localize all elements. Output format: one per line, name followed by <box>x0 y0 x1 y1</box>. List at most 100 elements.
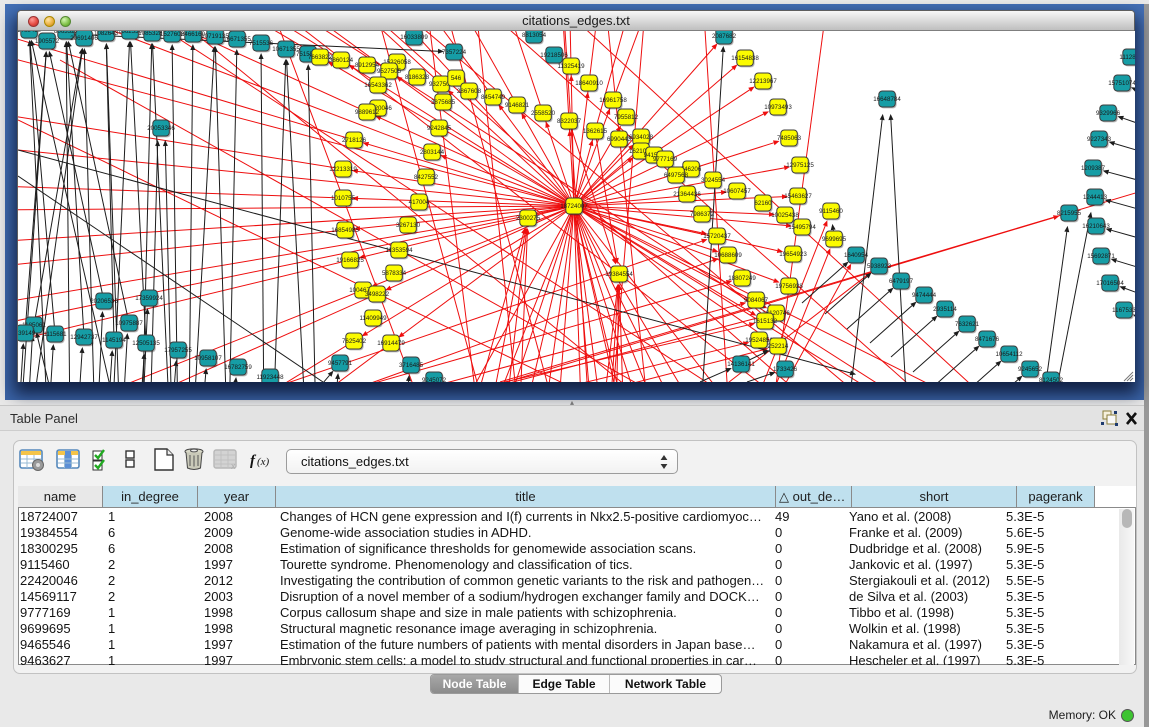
svg-text:9457791: 9457791 <box>328 360 353 367</box>
svg-text:417004: 417004 <box>409 199 430 206</box>
svg-text:1640954: 1640954 <box>844 252 869 259</box>
svg-text:10025438: 10025438 <box>771 212 799 219</box>
svg-text:16154838: 16154838 <box>731 55 759 62</box>
svg-text:252214: 252214 <box>768 343 789 350</box>
svg-text:9115460: 9115460 <box>819 208 843 215</box>
svg-text:9699695: 9699695 <box>822 236 847 243</box>
svg-text:16961758: 16961758 <box>599 97 627 104</box>
svg-text:12213967: 12213967 <box>749 78 777 85</box>
svg-text:10973493: 10973493 <box>764 104 792 111</box>
svg-text:1362615: 1362615 <box>583 128 608 135</box>
svg-text:7485063: 7485063 <box>777 135 802 142</box>
svg-text:x: x <box>231 461 236 471</box>
svg-text:10688609: 10688609 <box>714 252 742 259</box>
svg-text:2300275: 2300275 <box>516 215 541 222</box>
svg-text:19756928: 19756928 <box>775 283 803 290</box>
svg-text:20053346: 20053346 <box>147 125 175 132</box>
svg-text:7632621: 7632621 <box>955 321 980 328</box>
svg-text:15463627: 15463627 <box>784 193 812 200</box>
svg-text:16543362: 16543362 <box>364 82 392 89</box>
svg-text:9146821: 9146821 <box>505 102 530 109</box>
svg-text:16782759: 16782759 <box>224 364 252 371</box>
svg-text:9227343: 9227343 <box>1087 136 1112 143</box>
svg-text:9329966: 9329966 <box>1096 110 1121 117</box>
svg-text:20206536: 20206536 <box>90 298 118 305</box>
svg-text:5878334: 5878334 <box>382 270 407 277</box>
svg-text:19166825: 19166825 <box>336 257 364 264</box>
svg-text:6934028: 6934028 <box>629 134 654 141</box>
svg-text:6990443: 6990443 <box>607 136 632 143</box>
svg-text:8215955: 8215955 <box>1057 210 1082 217</box>
svg-text:9777169: 9777169 <box>653 156 678 163</box>
svg-text:10654112: 10654112 <box>995 351 1023 358</box>
svg-text:8124502: 8124502 <box>1039 377 1064 382</box>
svg-text:16671355: 16671355 <box>223 36 251 43</box>
svg-text:8322037: 8322037 <box>557 118 582 125</box>
svg-text:2558520: 2558520 <box>531 110 556 117</box>
svg-text:12975125: 12975125 <box>786 162 814 169</box>
svg-text:10958107: 10958107 <box>194 355 222 362</box>
svg-text:1167533: 1167533 <box>1112 307 1135 314</box>
svg-text:17359924: 17359924 <box>135 295 163 302</box>
svg-text:7625402: 7625402 <box>342 338 367 345</box>
svg-text:2087682: 2087682 <box>712 33 737 40</box>
svg-text:9242845: 9242845 <box>427 125 452 132</box>
svg-text:1905572: 1905572 <box>35 38 60 45</box>
svg-text:17957255: 17957255 <box>164 347 192 354</box>
svg-text:7955812: 7955812 <box>614 114 639 121</box>
svg-text:(x): (x) <box>257 456 270 468</box>
svg-text:12942737: 12942737 <box>70 334 98 341</box>
svg-text:11409949: 11409949 <box>359 315 387 322</box>
svg-text:9084067: 9084067 <box>744 297 769 304</box>
svg-text:19654923: 19654923 <box>779 251 807 258</box>
svg-text:2803144: 2803144 <box>420 149 445 156</box>
svg-text:15692871: 15692871 <box>1087 253 1115 260</box>
svg-text:9474444: 9474444 <box>912 292 937 299</box>
svg-text:16648784: 16648784 <box>873 96 901 103</box>
svg-text:15751074: 15751074 <box>1108 80 1135 87</box>
svg-text:3875685: 3875685 <box>431 99 456 106</box>
svg-text:1010755: 1010755 <box>331 195 356 202</box>
svg-text:9889612: 9889612 <box>355 109 380 116</box>
svg-text:2935114: 2935114 <box>933 306 957 313</box>
svg-text:546: 546 <box>451 75 462 82</box>
svg-text:1733426: 1733426 <box>773 366 798 373</box>
svg-text:7515536: 7515536 <box>249 40 274 47</box>
svg-text:1209387: 1209387 <box>1081 165 1106 172</box>
svg-text:5938923: 5938923 <box>867 263 892 270</box>
svg-text:1244413: 1244413 <box>1083 194 1108 201</box>
svg-text:6479197: 6479197 <box>889 278 914 285</box>
svg-text:12213319: 12213319 <box>329 166 357 173</box>
svg-text:11923448: 11923448 <box>256 374 284 381</box>
svg-text:10975887: 10975887 <box>115 320 143 327</box>
svg-text:2867608: 2867608 <box>457 88 482 95</box>
svg-text:3267130: 3267130 <box>396 222 421 229</box>
svg-text:3860124: 3860124 <box>329 57 354 64</box>
svg-text:9245652: 9245652 <box>1018 366 1043 373</box>
svg-text:18640910: 18640910 <box>575 80 603 87</box>
svg-text:16210643: 16210643 <box>1082 223 1110 230</box>
svg-text:3716485: 3716485 <box>399 362 424 369</box>
svg-text:15720437: 15720437 <box>703 233 731 240</box>
svg-text:12505135: 12505135 <box>132 340 160 347</box>
svg-text:10607457: 10607457 <box>723 188 751 195</box>
svg-text:1112843: 1112843 <box>1119 54 1135 61</box>
svg-text:17016504: 17016504 <box>1096 280 1124 287</box>
svg-text:18807249: 18807249 <box>728 275 756 282</box>
svg-text:9527505: 9527505 <box>377 68 402 75</box>
svg-text:16854985: 16854985 <box>331 227 359 234</box>
svg-text:1082643: 1082643 <box>94 31 119 37</box>
svg-text:8454749: 8454749 <box>481 94 506 101</box>
svg-text:2718126: 2718126 <box>342 137 367 144</box>
svg-text:11353594: 11353594 <box>385 247 413 254</box>
svg-text:15495794: 15495794 <box>788 224 816 231</box>
svg-text:f: f <box>250 453 257 469</box>
svg-text:8427552: 8427552 <box>414 174 439 181</box>
svg-text:3498222: 3498222 <box>365 291 390 298</box>
svg-text:8186328: 8186328 <box>405 74 430 81</box>
svg-text:8813054: 8813054 <box>522 32 547 39</box>
svg-text:9245072: 9245072 <box>422 377 447 382</box>
svg-text:14136141: 14136141 <box>727 361 755 368</box>
svg-text:62160: 62160 <box>754 200 772 207</box>
svg-text:16914479: 16914479 <box>377 340 405 347</box>
